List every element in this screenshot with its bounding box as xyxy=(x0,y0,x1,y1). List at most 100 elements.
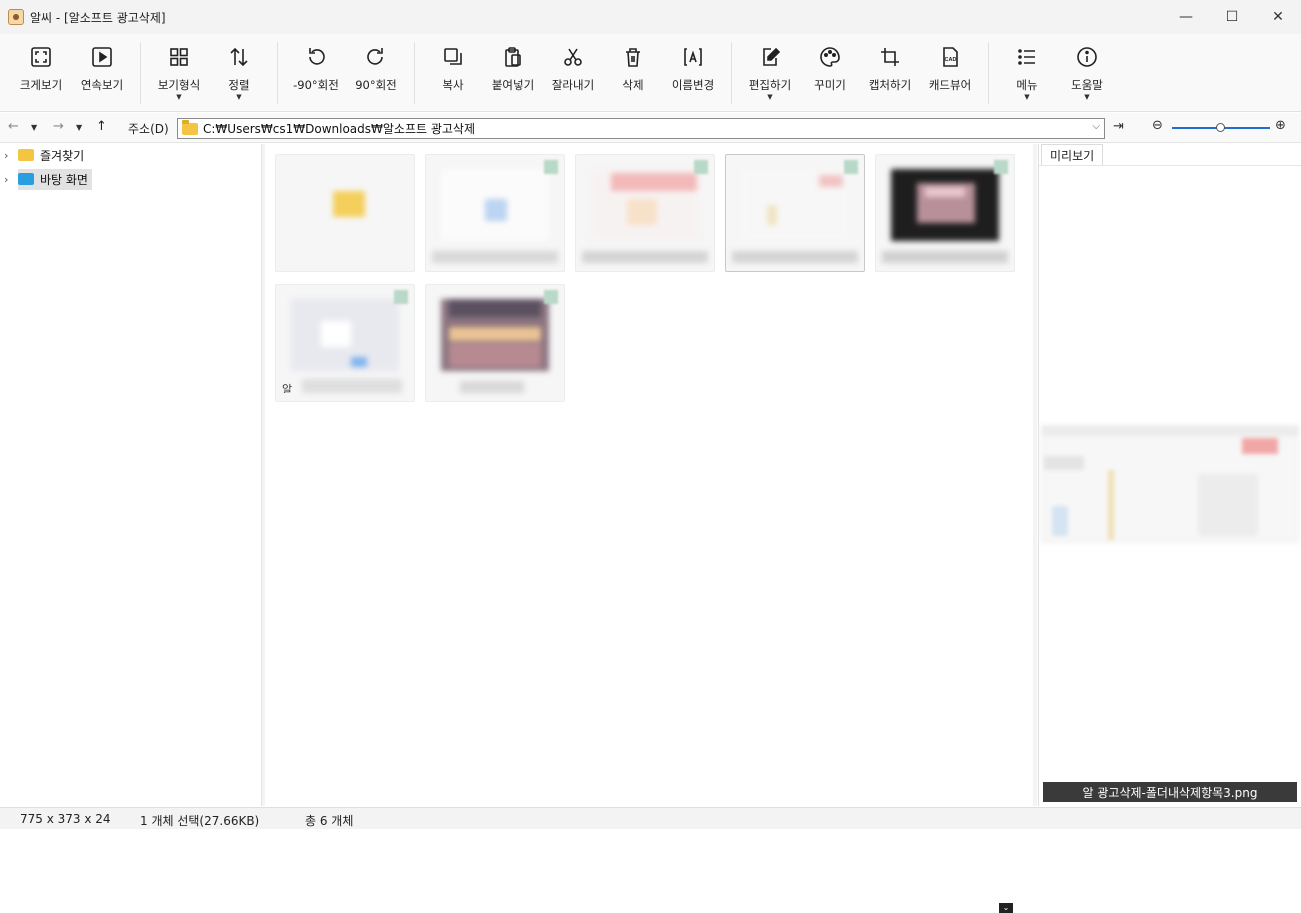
tab-preview[interactable]: 미리보기 xyxy=(1041,144,1104,166)
image-thumbnail xyxy=(441,169,549,241)
chevron-down-icon[interactable]: ⌵ xyxy=(1092,121,1100,132)
main-toolbar: 크게보기 연속보기 보기형식 ▼ 정렬 ▼ -90°회전 90°회전 복사 붙여… xyxy=(0,34,1301,112)
chevron-down-icon: ▼ xyxy=(1084,93,1090,101)
checkbox-icon[interactable] xyxy=(544,290,558,304)
rotate-left-button[interactable]: -90°회전 xyxy=(285,44,347,106)
copy-button[interactable]: 복사 xyxy=(422,44,484,106)
file-name xyxy=(460,381,524,393)
rename-icon xyxy=(684,48,702,66)
paste-icon xyxy=(505,47,521,67)
file-tile[interactable]: 알 xyxy=(275,284,415,402)
image-thumbnail xyxy=(741,169,849,241)
chevron-down-icon: ▼ xyxy=(176,93,182,101)
minimize-button[interactable]: — xyxy=(1163,0,1209,34)
right-pane-splitter[interactable] xyxy=(1033,144,1037,806)
sort-button[interactable]: 정렬 ▼ xyxy=(208,44,270,106)
checkbox-icon[interactable] xyxy=(694,160,708,174)
edit-button[interactable]: 편집하기 ▼ xyxy=(739,44,801,106)
chevron-right-icon[interactable]: › xyxy=(4,173,18,186)
decorate-button[interactable]: 꾸미기 xyxy=(799,44,861,106)
maximize-button[interactable]: ☐ xyxy=(1209,0,1255,34)
cad-viewer-button[interactable]: CAD 캐드뷰어 xyxy=(919,44,981,106)
chevron-down-icon: ▼ xyxy=(1024,93,1030,101)
cut-button[interactable]: 잘라내기 xyxy=(542,44,604,106)
zoom-slider-thumb[interactable] xyxy=(1216,123,1225,132)
file-tile[interactable] xyxy=(275,154,415,272)
preview-tab-divider xyxy=(1039,165,1301,166)
preview-image xyxy=(1041,425,1299,543)
help-button[interactable]: 도움말 ▼ xyxy=(1056,44,1118,106)
image-thumbnail xyxy=(441,299,549,371)
checkbox-icon[interactable] xyxy=(994,160,1008,174)
copy-icon xyxy=(444,48,462,65)
grid-icon xyxy=(170,48,188,66)
cad-icon: CAD xyxy=(943,47,958,67)
folder-tree: › 즐겨찾기 › 바탕 화면 xyxy=(0,144,262,806)
file-tile[interactable] xyxy=(425,284,565,402)
paste-button[interactable]: 붙여넣기 xyxy=(482,44,544,106)
checkbox-icon[interactable] xyxy=(844,160,858,174)
rotate-left-icon xyxy=(309,48,325,65)
svg-text:CAD: CAD xyxy=(945,57,957,63)
rotate-right-button[interactable]: 90°회전 xyxy=(345,44,407,106)
view-type-button[interactable]: 보기형식 ▼ xyxy=(148,44,210,106)
fullscreen-icon xyxy=(31,47,51,67)
chevron-right-icon[interactable]: › xyxy=(4,149,18,162)
file-tile[interactable] xyxy=(575,154,715,272)
status-selection: 1 개체 선택(27.66KB) xyxy=(140,814,260,828)
file-tile[interactable] xyxy=(425,154,565,272)
window-title: 알씨 - [알소프트 광고삭제] xyxy=(30,10,166,25)
zoom-in-icon[interactable]: ⊕ xyxy=(1275,118,1286,133)
address-label: 주소(D) xyxy=(128,122,169,136)
preview-pane: 미리보기 알 광고삭제-폴더내삭제항목3.png xyxy=(1038,144,1301,806)
list-icon xyxy=(1018,49,1035,65)
desktop-icon xyxy=(18,173,34,185)
chevron-down-icon: ▼ xyxy=(236,93,242,101)
chevron-down-icon: ▼ xyxy=(767,93,773,101)
delete-button[interactable]: 삭제 xyxy=(602,44,664,106)
checkbox-icon[interactable] xyxy=(394,290,408,304)
tree-item-desktop-selected[interactable]: 바탕 화면 xyxy=(18,168,92,190)
tray-chevron-icon[interactable]: ⌄ xyxy=(999,903,1013,913)
blurred-file-name xyxy=(302,379,402,393)
file-name xyxy=(582,251,708,263)
back-history-dropdown-icon[interactable]: ▼ xyxy=(31,123,37,132)
status-bar: 775 x 373 x 24 1 개체 선택(27.66KB) 총 6 개체 xyxy=(0,807,1301,829)
image-thumbnail xyxy=(291,299,399,371)
window-controls: — ☐ ✕ xyxy=(1163,0,1301,34)
go-icon[interactable]: ⇥ xyxy=(1113,119,1124,134)
file-tile[interactable] xyxy=(875,154,1015,272)
toolbar-separator xyxy=(988,42,989,104)
tree-item-favorites[interactable]: › 즐겨찾기 xyxy=(4,144,84,166)
app-logo-icon xyxy=(8,9,24,25)
file-name xyxy=(282,251,408,263)
address-path: C:₩Users₩cs1₩Downloads₩알소프트 광고삭제 xyxy=(203,122,476,136)
slideshow-button[interactable]: 연속보기 xyxy=(71,44,133,106)
menu-button[interactable]: 메뉴 ▼ xyxy=(996,44,1058,106)
capture-button[interactable]: 캡처하기 xyxy=(859,44,921,106)
file-tile-selected[interactable] xyxy=(725,154,865,272)
fullscreen-button[interactable]: 크게보기 xyxy=(10,44,72,106)
folder-icon xyxy=(18,149,34,161)
rename-button[interactable]: 이름변경 xyxy=(662,44,724,106)
up-arrow-icon[interactable]: ↑ xyxy=(96,119,107,134)
file-name xyxy=(882,251,1008,263)
tree-item-desktop[interactable]: › 바탕 화면 xyxy=(4,168,92,190)
forward-arrow-icon[interactable]: → xyxy=(53,119,64,134)
back-arrow-icon[interactable]: ← xyxy=(8,119,19,134)
forward-history-dropdown-icon[interactable]: ▼ xyxy=(76,123,82,132)
checkbox-icon[interactable] xyxy=(544,160,558,174)
file-name xyxy=(732,251,858,263)
zoom-out-icon[interactable]: ⊖ xyxy=(1152,118,1163,133)
toolbar-separator xyxy=(414,42,415,104)
toolbar-separator xyxy=(277,42,278,104)
play-icon xyxy=(92,47,112,67)
preview-filename: 알 광고삭제-폴더내삭제항목3.png xyxy=(1043,782,1297,802)
trash-icon xyxy=(626,48,640,67)
close-button[interactable]: ✕ xyxy=(1255,0,1301,34)
rotate-right-icon xyxy=(367,48,383,65)
folder-thumbnail xyxy=(291,169,399,241)
palette-icon xyxy=(820,47,840,67)
address-input[interactable]: C:₩Users₩cs1₩Downloads₩알소프트 광고삭제 ⌵ xyxy=(177,118,1105,139)
status-total: 총 6 개체 xyxy=(305,814,354,828)
